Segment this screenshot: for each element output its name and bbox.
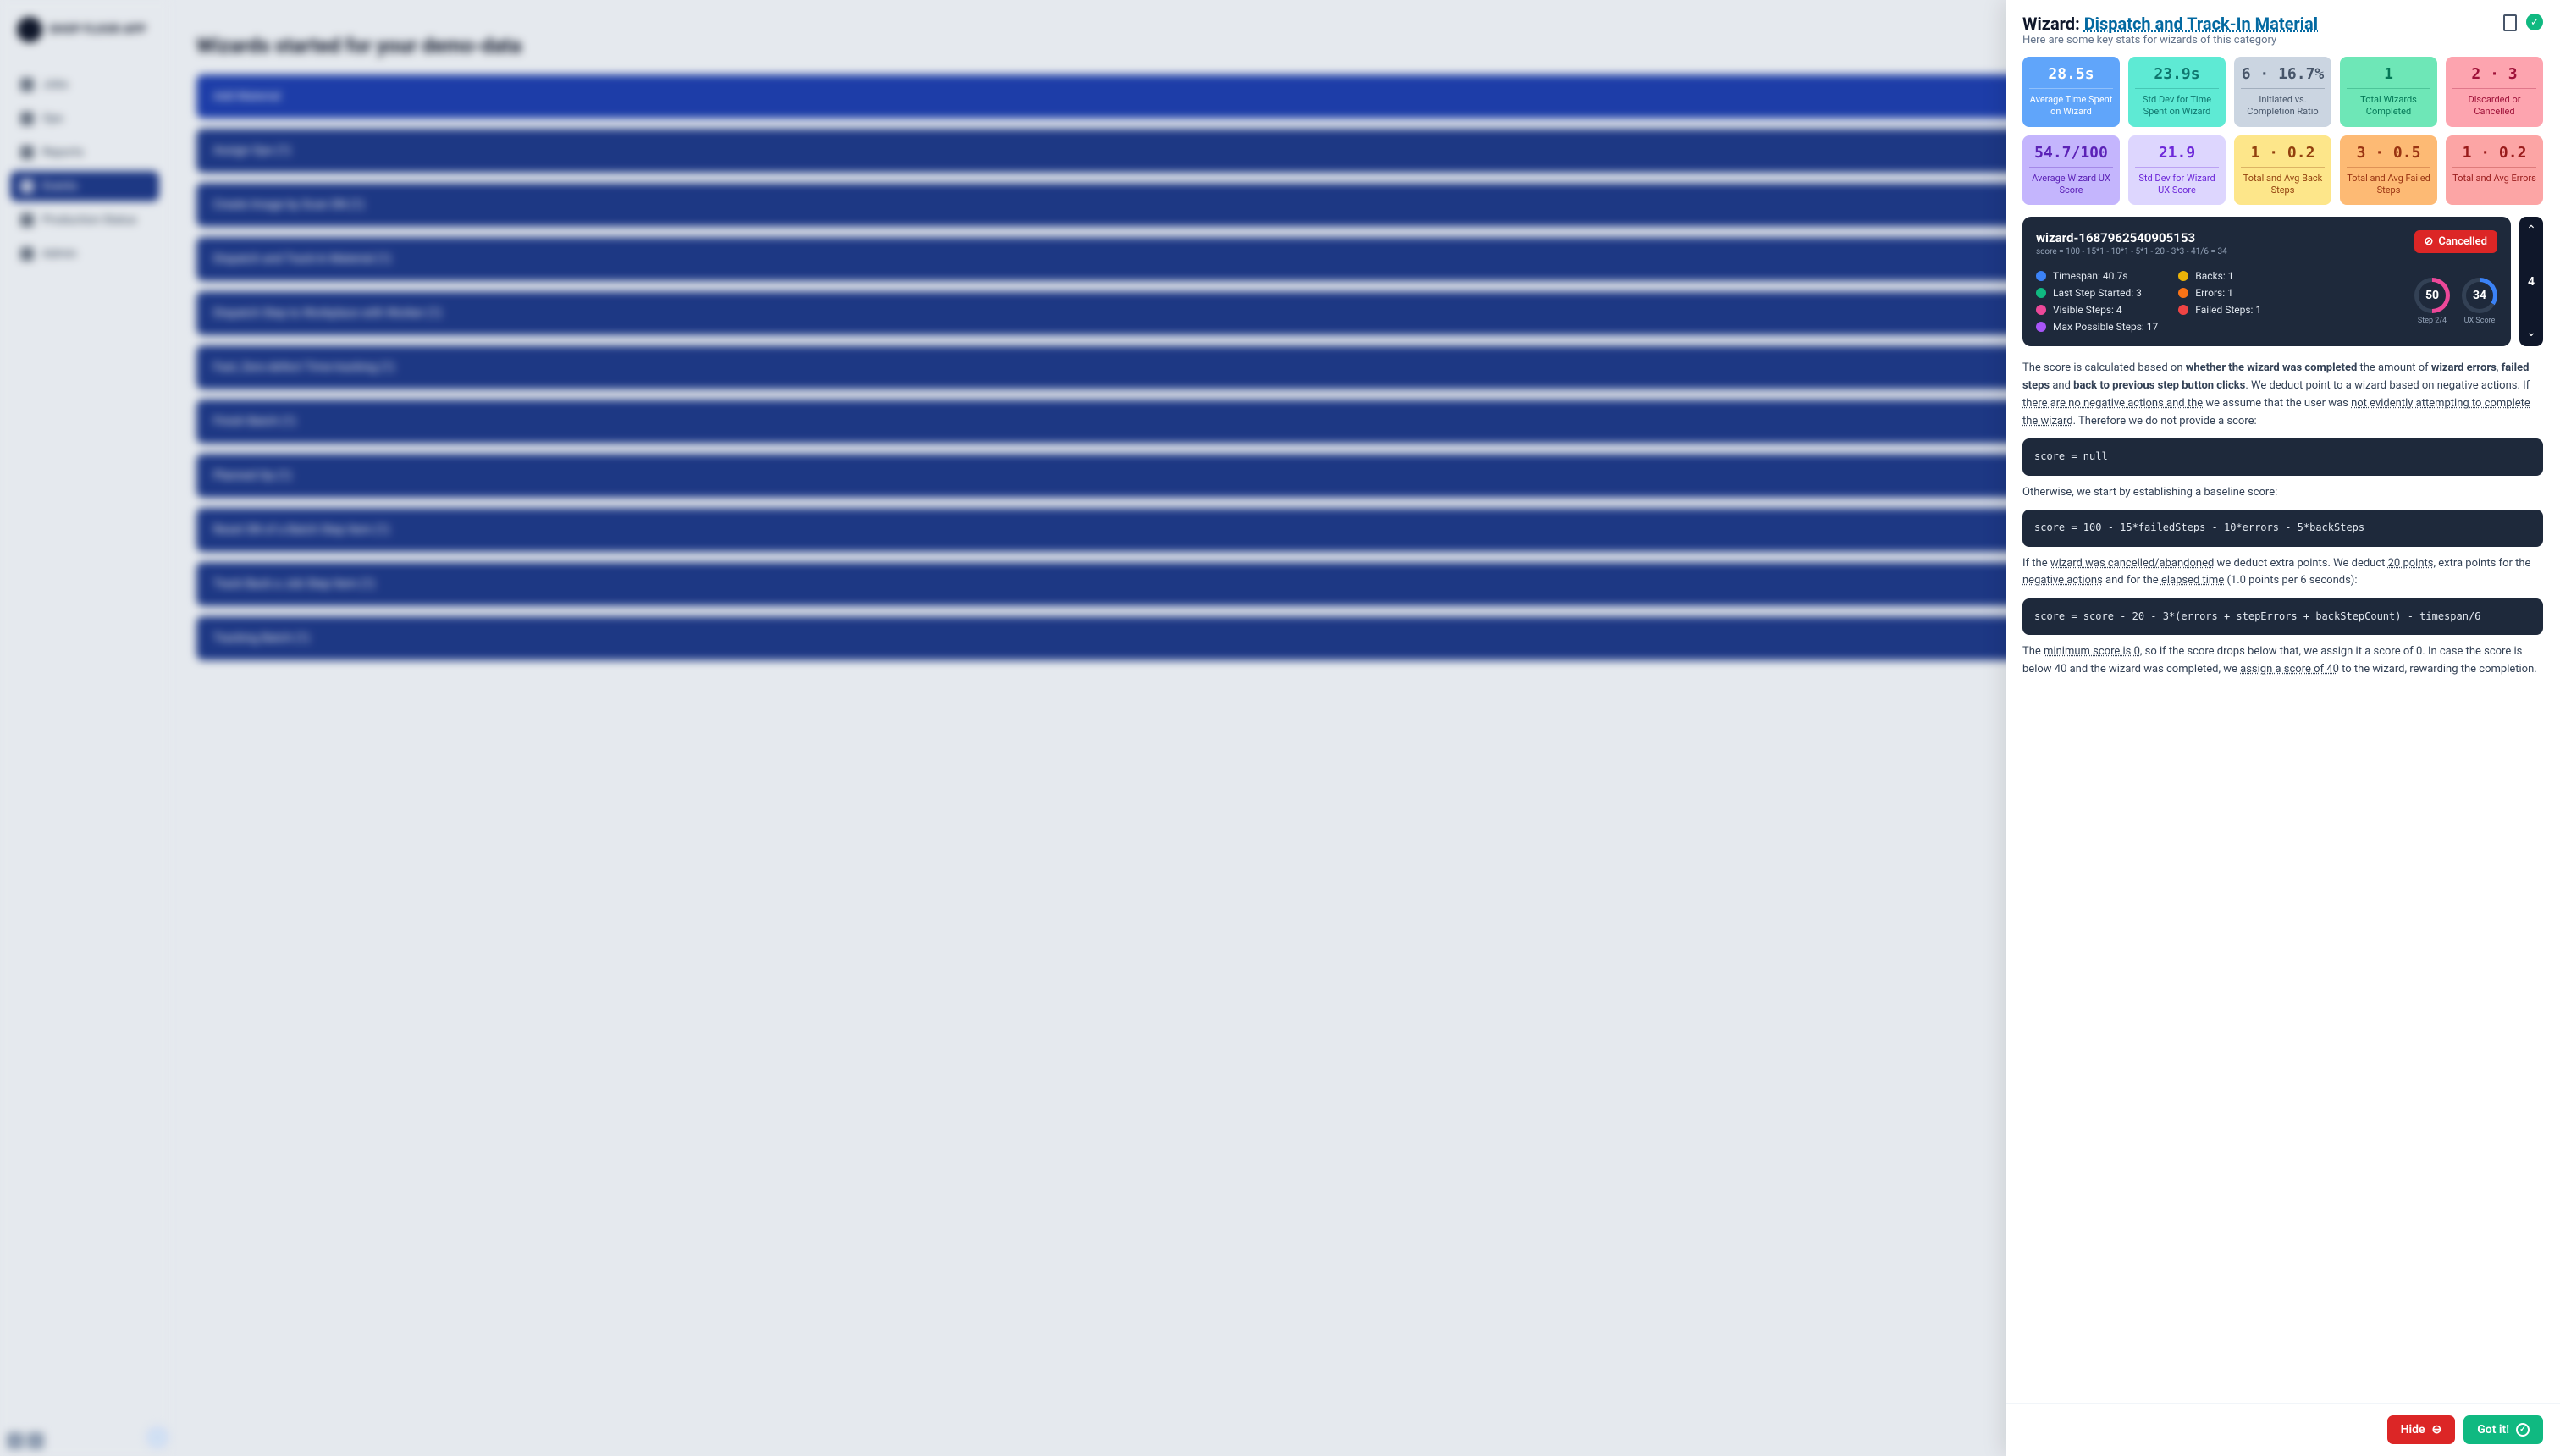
explanation: The score is calculated based on whether…: [2022, 360, 2543, 679]
metric-item: Errors: 1: [2178, 287, 2261, 299]
zoom-out-icon: ⊖: [2432, 1423, 2442, 1437]
stat-card: 54.7/100Average Wizard UX Score: [2022, 135, 2120, 206]
gauge-step: 50 Step 2/4: [2414, 278, 2450, 325]
nav-count: 4: [2528, 275, 2535, 289]
document-icon[interactable]: [2501, 14, 2519, 32]
panel-title: Wizard: Dispatch and Track-In Material: [2022, 14, 2318, 34]
score-formula: score = 100 - 15*1 - 10*1 - 5*1 - 20 - 3…: [2036, 247, 2227, 256]
code-block-1: score = null: [2022, 438, 2543, 475]
chevron-up-icon[interactable]: ⌃: [2526, 223, 2536, 237]
cancel-icon: ⊘: [2425, 235, 2434, 248]
check-circle-icon: ✓: [2516, 1423, 2530, 1437]
wizard-title-link[interactable]: Dispatch and Track-In Material: [2084, 14, 2318, 34]
stat-card: 21.9Std Dev for Wizard UX Score: [2128, 135, 2226, 206]
stat-card: 3 · 0.5Total and Avg Failed Steps: [2340, 135, 2437, 206]
chevron-down-icon[interactable]: ⌄: [2526, 326, 2536, 339]
metric-item: Last Step Started: 3: [2036, 287, 2158, 299]
stat-card: 1 · 0.2Total and Avg Errors: [2446, 135, 2543, 206]
stat-card: 2 · 3Discarded or Cancelled: [2446, 57, 2543, 127]
stat-card: 1Total Wizards Completed: [2340, 57, 2437, 127]
code-block-2: score = 100 - 15*failedSteps - 10*errors…: [2022, 510, 2543, 546]
panel-footer: Hide ⊖ Got it! ✓: [2006, 1403, 2560, 1456]
got-it-button[interactable]: Got it! ✓: [2463, 1415, 2543, 1444]
stat-card: 28.5sAverage Time Spent on Wizard: [2022, 57, 2120, 127]
panel-subtitle: Here are some key stats for wizards of t…: [2022, 34, 2318, 47]
stat-grid: 28.5sAverage Time Spent on Wizard23.9sSt…: [2022, 57, 2543, 205]
metric-item: Timespan: 40.7s: [2036, 270, 2158, 282]
check-icon[interactable]: ✓: [2526, 14, 2543, 30]
metric-item: Backs: 1: [2178, 270, 2261, 282]
stat-card: 1 · 0.2Total and Avg Back Steps: [2234, 135, 2331, 206]
stat-card: 23.9sStd Dev for Time Spent on Wizard: [2128, 57, 2226, 127]
wizard-detail-card: wizard-1687962540905153 score = 100 - 15…: [2022, 217, 2511, 346]
wizard-id: wizard-1687962540905153: [2036, 230, 2227, 245]
metric-item: Max Possible Steps: 17: [2036, 321, 2158, 333]
code-block-3: score = score - 20 - 3*(errors + stepErr…: [2022, 598, 2543, 635]
hide-button[interactable]: Hide ⊖: [2387, 1415, 2456, 1444]
gauge-ux: 34 UX Score: [2462, 278, 2497, 325]
status-badge: ⊘ Cancelled: [2414, 230, 2498, 253]
detail-nav: ⌃ 4 ⌄: [2519, 217, 2543, 346]
stat-card: 6 · 16.7%Initiated vs. Completion Ratio: [2234, 57, 2331, 127]
metric-item: Visible Steps: 4: [2036, 304, 2158, 316]
metric-item: Failed Steps: 1: [2178, 304, 2261, 316]
detail-panel: Wizard: Dispatch and Track-In Material H…: [2006, 0, 2560, 1456]
